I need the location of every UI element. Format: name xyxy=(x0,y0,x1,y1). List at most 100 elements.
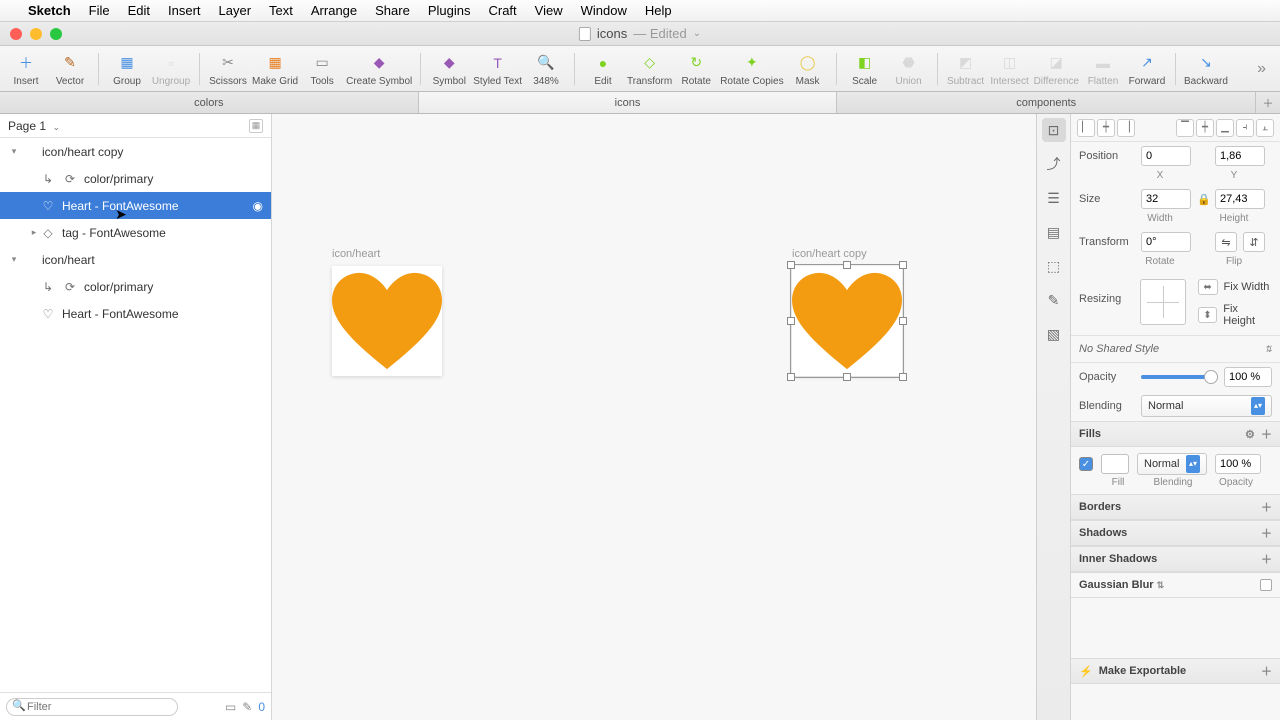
toolbar-overflow[interactable]: » xyxy=(1249,60,1274,78)
menu-insert[interactable]: Insert xyxy=(168,3,201,18)
document-title[interactable]: icons — Edited ⌄ xyxy=(579,26,701,41)
menu-help[interactable]: Help xyxy=(645,3,672,18)
blur-enabled-checkbox[interactable] xyxy=(1260,579,1272,591)
opacity-input[interactable] xyxy=(1224,367,1272,387)
menu-view[interactable]: View xyxy=(535,3,563,18)
minimize-button[interactable] xyxy=(30,28,42,40)
add-border-button[interactable]: ＋ xyxy=(1261,499,1272,515)
toolbar-difference[interactable]: ◪Difference xyxy=(1034,47,1079,91)
add-export-button[interactable]: ＋ xyxy=(1261,663,1272,679)
menu-arrange[interactable]: Arrange xyxy=(311,3,357,18)
toolbar-edit[interactable]: ●Edit xyxy=(583,47,623,91)
layer-row[interactable]: ▸◇tag - FontAwesome xyxy=(0,219,271,246)
toolbar-backward[interactable]: ↘Backward xyxy=(1184,47,1228,91)
toolbar-348-[interactable]: 🔍348% xyxy=(526,47,566,91)
page-selector[interactable]: Page 1 ⌄ ▦ xyxy=(0,114,271,138)
layer-row[interactable]: ♡Heart - FontAwesome xyxy=(0,300,271,327)
toolbar-ungroup[interactable]: ▫Ungroup xyxy=(151,47,191,91)
artboard-label[interactable]: icon/heart copy xyxy=(792,248,867,260)
menu-plugins[interactable]: Plugins xyxy=(428,3,471,18)
artboard-icon-heart[interactable]: icon/heart xyxy=(332,266,442,376)
tab-colors[interactable]: colors xyxy=(0,92,419,113)
toolbar-subtract[interactable]: ◩Subtract xyxy=(946,47,986,91)
toolbar-tools[interactable]: ▭Tools xyxy=(302,47,342,91)
filter-pencil-icon[interactable]: ✎ xyxy=(242,700,252,714)
rail-vector-icon[interactable]: ✎ xyxy=(1042,288,1066,312)
close-button[interactable] xyxy=(10,28,22,40)
toolbar-intersect[interactable]: ◫Intersect xyxy=(990,47,1030,91)
add-shadow-button[interactable]: ＋ xyxy=(1261,525,1272,541)
lock-aspect-icon[interactable]: 🔒 xyxy=(1197,193,1209,206)
align-bottom-button[interactable]: ▁ xyxy=(1216,119,1234,137)
toolbar-mask[interactable]: ◯Mask xyxy=(788,47,828,91)
pages-grid-icon[interactable]: ▦ xyxy=(249,119,263,133)
layer-row[interactable]: ▾icon/heart xyxy=(0,246,271,273)
tab-icons[interactable]: icons xyxy=(419,92,838,113)
align-center-v-button[interactable]: ┿ xyxy=(1196,119,1214,137)
fill-opacity-input[interactable] xyxy=(1215,454,1261,474)
toolbar-make-grid[interactable]: ▦Make Grid xyxy=(252,47,298,91)
add-fill-button[interactable]: ＋ xyxy=(1261,429,1272,441)
fill-enabled-checkbox[interactable]: ✓ xyxy=(1079,457,1093,471)
tab-components[interactable]: components xyxy=(837,92,1256,113)
menu-share[interactable]: Share xyxy=(375,3,410,18)
menu-file[interactable]: File xyxy=(89,3,110,18)
rail-layout-icon[interactable]: ☰ xyxy=(1042,186,1066,210)
flip-v-button[interactable]: ⇵ xyxy=(1243,232,1265,252)
selection-handles[interactable] xyxy=(790,264,904,378)
menu-craft[interactable]: Craft xyxy=(488,3,516,18)
toolbar-rotate-copies[interactable]: ✦Rotate Copies xyxy=(720,47,783,91)
toolbar-union[interactable]: ⬣Union xyxy=(889,47,929,91)
rail-export-icon[interactable]: ⤴ xyxy=(1042,152,1066,176)
toolbar-symbol[interactable]: ◆Symbol xyxy=(429,47,469,91)
align-center-h-button[interactable]: ┿ xyxy=(1097,119,1115,137)
layer-row[interactable]: ↳⟳color/primary xyxy=(0,165,271,192)
distribute-h-button[interactable]: ⫞ xyxy=(1236,119,1254,137)
shared-style-select[interactable]: No Shared Style ⇅ xyxy=(1071,335,1280,363)
visibility-icon[interactable]: ◉ xyxy=(253,199,263,213)
layer-row[interactable]: ♡Heart - FontAwesome◉ xyxy=(0,192,271,219)
align-top-button[interactable]: ▔ xyxy=(1176,119,1194,137)
toolbar-forward[interactable]: ↗Forward xyxy=(1127,47,1167,91)
resizing-constraints[interactable] xyxy=(1140,279,1185,325)
layer-row[interactable]: ↳⟳color/primary xyxy=(0,273,271,300)
toolbar-transform[interactable]: ◇Transform xyxy=(627,47,672,91)
rail-text-icon[interactable]: ▤ xyxy=(1042,220,1066,244)
flip-h-button[interactable]: ⇋ xyxy=(1215,232,1237,252)
distribute-v-button[interactable]: ⫠ xyxy=(1256,119,1274,137)
toolbar-create-symbol[interactable]: ◆Create Symbol xyxy=(346,47,412,91)
menu-text[interactable]: Text xyxy=(269,3,293,18)
fix-width-toggle[interactable]: ⬌ xyxy=(1198,279,1218,295)
rail-bounds-icon[interactable]: ⬚ xyxy=(1042,254,1066,278)
canvas[interactable]: icon/heart icon/heart copy xyxy=(272,114,1036,720)
menu-edit[interactable]: Edit xyxy=(128,3,150,18)
app-name[interactable]: Sketch xyxy=(28,3,71,18)
artboard-label[interactable]: icon/heart xyxy=(332,248,380,260)
layer-row[interactable]: ▾icon/heart copy xyxy=(0,138,271,165)
artboard-icon-heart-copy[interactable]: icon/heart copy xyxy=(792,266,902,376)
filter-options-icon[interactable]: ▭ xyxy=(225,700,236,714)
height-input[interactable] xyxy=(1215,189,1265,209)
maximize-button[interactable] xyxy=(50,28,62,40)
opacity-slider[interactable] xyxy=(1141,375,1218,379)
filter-input[interactable] xyxy=(6,698,178,716)
position-y-input[interactable] xyxy=(1215,146,1265,166)
toolbar-scissors[interactable]: ✂Scissors xyxy=(208,47,248,91)
fill-color-swatch[interactable] xyxy=(1101,454,1129,474)
width-input[interactable] xyxy=(1141,189,1191,209)
toolbar-styled-text[interactable]: TStyled Text xyxy=(473,47,522,91)
add-tab-button[interactable]: ＋ xyxy=(1256,92,1280,113)
fills-settings-icon[interactable]: ⚙ xyxy=(1245,429,1255,441)
align-left-button[interactable]: ▏ xyxy=(1077,119,1095,137)
toolbar-scale[interactable]: ◧Scale xyxy=(845,47,885,91)
fix-height-toggle[interactable]: ⬍ xyxy=(1198,307,1218,323)
rail-image-icon[interactable]: ▧ xyxy=(1042,322,1066,346)
toolbar-rotate[interactable]: ↻Rotate xyxy=(676,47,716,91)
menu-layer[interactable]: Layer xyxy=(219,3,252,18)
add-inner-shadow-button[interactable]: ＋ xyxy=(1261,551,1272,567)
rotate-input[interactable] xyxy=(1141,232,1191,252)
fill-blend-select[interactable]: Normal ▴▾ xyxy=(1137,453,1207,475)
toolbar-flatten[interactable]: ▬Flatten xyxy=(1083,47,1123,91)
position-x-input[interactable] xyxy=(1141,146,1191,166)
blending-select[interactable]: Normal ▴▾ xyxy=(1141,395,1272,417)
